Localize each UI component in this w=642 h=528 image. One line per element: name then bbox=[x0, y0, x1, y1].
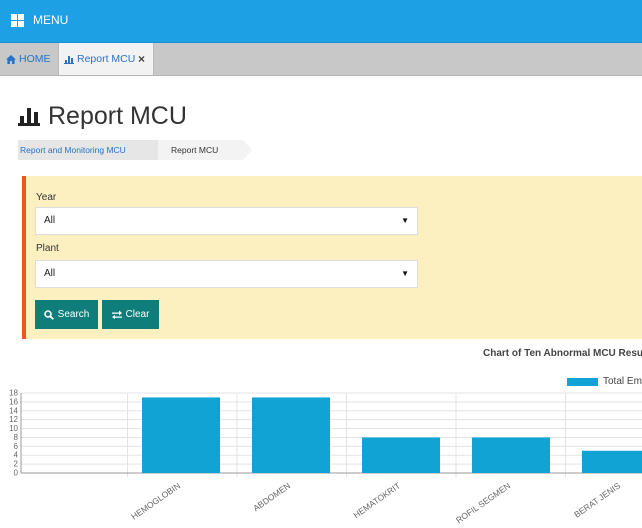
y-tick-label: 8 bbox=[14, 433, 19, 442]
top-navbar: MENU bbox=[0, 0, 642, 43]
exchange-icon bbox=[111, 310, 122, 319]
close-tab-icon[interactable]: × bbox=[138, 52, 145, 66]
y-tick-label: 14 bbox=[9, 406, 18, 415]
tab-bar: HOME Report MCU × bbox=[0, 43, 642, 76]
tab-report-label: Report MCU bbox=[77, 53, 136, 65]
chart-bar bbox=[142, 397, 220, 473]
chart-bar bbox=[252, 397, 330, 473]
page-title-text: Report MCU bbox=[48, 101, 187, 130]
y-tick-label: 12 bbox=[9, 415, 18, 424]
year-label: Year bbox=[36, 192, 57, 203]
page-title: Report MCU bbox=[18, 101, 187, 131]
chart-bar bbox=[362, 437, 440, 473]
chart-title: Chart of Ten Abnormal MCU Resu bbox=[483, 348, 642, 359]
x-tick-label: ROFIL SEGMEN bbox=[454, 480, 512, 525]
plant-label: Plant bbox=[36, 243, 59, 254]
search-button-label: Search bbox=[57, 309, 90, 320]
dropdown-caret-icon: ▼ bbox=[401, 269, 409, 278]
x-tick-label: ABDOMEN bbox=[251, 480, 292, 513]
y-tick-label: 18 bbox=[9, 389, 18, 398]
x-tick-label: HEMATOKRIT bbox=[351, 480, 402, 520]
plant-select-value: All bbox=[44, 268, 56, 279]
filter-panel: Year All ▼ Plant All ▼ Search Clear bbox=[22, 176, 642, 339]
tab-home-label: HOME bbox=[19, 53, 51, 65]
chart-bar bbox=[472, 437, 550, 473]
y-tick-label: 4 bbox=[14, 451, 19, 460]
chart-bar bbox=[582, 450, 642, 473]
menu-button[interactable]: MENU bbox=[33, 13, 68, 27]
bar-chart-icon bbox=[64, 55, 74, 64]
tab-home[interactable]: HOME bbox=[6, 43, 51, 75]
tab-report-mcu[interactable]: Report MCU × bbox=[58, 43, 154, 75]
bar-chart-icon bbox=[18, 108, 40, 126]
y-tick-label: 0 bbox=[14, 469, 19, 478]
y-tick-label: 6 bbox=[14, 442, 19, 451]
grid-menu-icon[interactable] bbox=[11, 14, 24, 27]
home-icon bbox=[6, 54, 16, 64]
abnormal-mcu-bar-chart: 024681012141618 HEMOGLOBIN ABDOMEN HEMATOKR… bbox=[9, 389, 642, 525]
y-tick-label: 16 bbox=[9, 397, 18, 406]
clear-button-label: Clear bbox=[125, 309, 150, 320]
year-select-value: All bbox=[44, 215, 56, 226]
breadcrumb-item-report-monitoring[interactable]: Report and Monitoring MCU bbox=[18, 140, 167, 160]
plant-select[interactable]: All ▼ bbox=[35, 260, 418, 288]
y-tick-label: 10 bbox=[9, 424, 18, 433]
dropdown-caret-icon: ▼ bbox=[401, 216, 409, 225]
clear-button[interactable]: Clear bbox=[102, 300, 159, 329]
x-tick-label: BERAT JENIS bbox=[572, 480, 622, 519]
y-tick-label: 2 bbox=[14, 460, 19, 469]
breadcrumb-item-report-mcu: Report MCU bbox=[158, 140, 252, 160]
x-tick-label: HEMOGLOBIN bbox=[129, 480, 182, 521]
search-icon bbox=[43, 309, 54, 320]
year-select[interactable]: All ▼ bbox=[35, 207, 418, 235]
search-button[interactable]: Search bbox=[35, 300, 98, 329]
